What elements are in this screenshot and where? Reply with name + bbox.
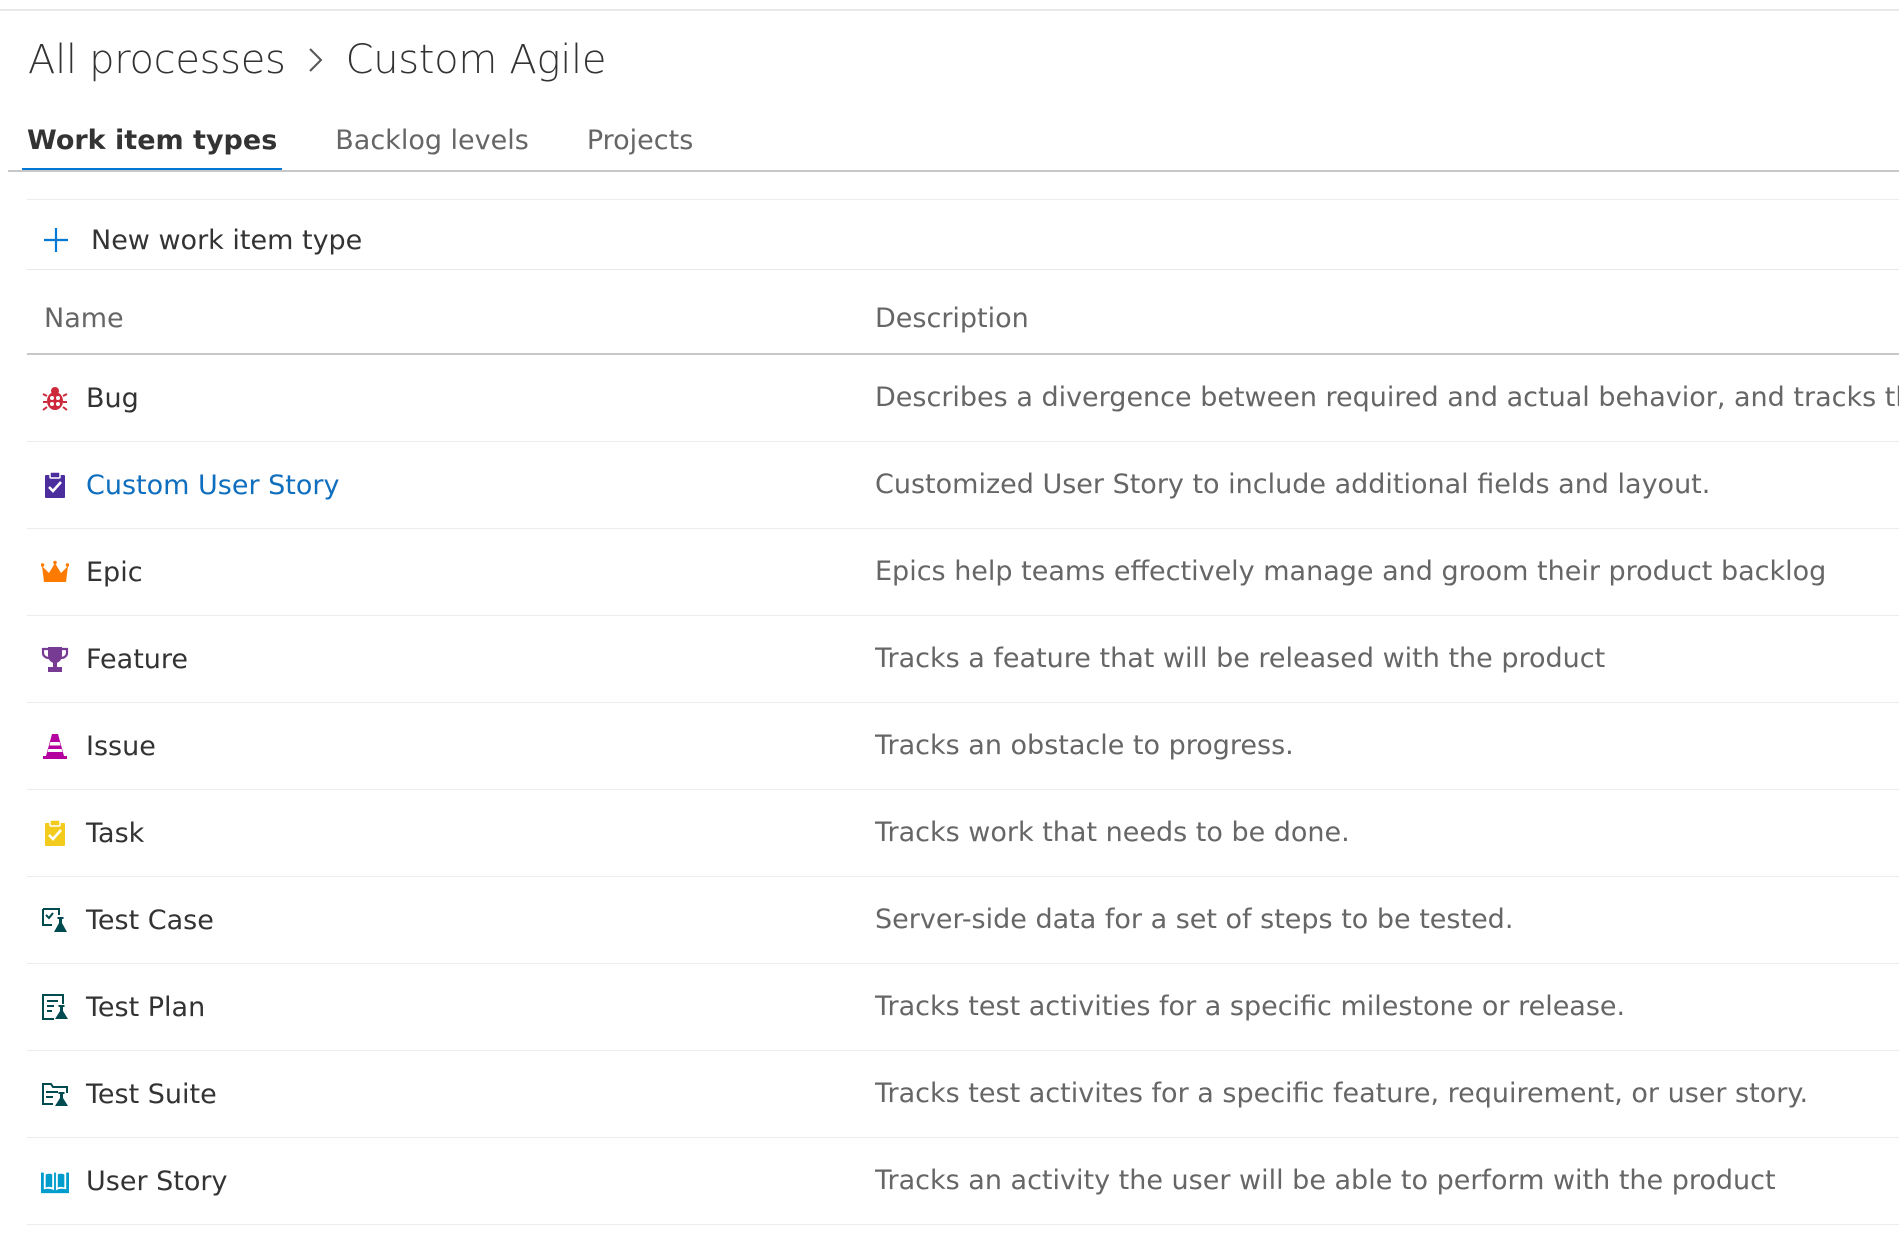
clipboard-check-icon (41, 471, 69, 499)
tab-backlog-levels[interactable]: Backlog levels (330, 116, 534, 172)
column-header-description[interactable]: Description (875, 285, 1029, 353)
table-row[interactable]: User Story Tracks an activity the user w… (27, 1138, 1899, 1225)
name-cell: Test Case (41, 877, 214, 963)
toolbar-divider-top (27, 199, 1899, 200)
test-case-icon (41, 906, 69, 934)
description-cell: Describes a divergence between required … (875, 382, 1899, 413)
test-suite-icon (41, 1080, 69, 1108)
description-cell: Tracks an obstacle to progress. (875, 730, 1294, 761)
work-item-type-name: Task (86, 817, 145, 849)
tab-work-item-types[interactable]: Work item types (22, 116, 283, 172)
crown-icon (41, 558, 69, 586)
name-cell: Issue (41, 703, 156, 789)
table-row[interactable]: Epic Epics help teams effectively manage… (27, 529, 1899, 616)
work-item-type-name: Test Case (86, 904, 214, 936)
description-cell: Customized User Story to include additio… (875, 469, 1711, 500)
table-row[interactable]: Test Suite Tracks test activites for a s… (27, 1051, 1899, 1138)
description-cell: Tracks test activites for a specific fea… (875, 1078, 1809, 1109)
work-item-type-name: Test Suite (86, 1078, 217, 1110)
table-row[interactable]: Task Tracks work that needs to be done. (27, 790, 1899, 877)
name-cell: Feature (41, 616, 188, 702)
bug-icon (41, 384, 69, 412)
name-cell: Custom User Story (41, 442, 339, 528)
test-plan-icon (41, 993, 69, 1021)
table-row[interactable]: Test Case Server-side data for a set of … (27, 877, 1899, 964)
table-row[interactable]: Test Plan Tracks test activities for a s… (27, 964, 1899, 1051)
name-cell: Bug (41, 355, 139, 441)
tab-bar: Work item types Backlog levels Projects (22, 116, 746, 172)
table-row[interactable]: Bug Describes a divergence between requi… (27, 355, 1899, 442)
traffic-cone-icon (41, 732, 69, 760)
work-item-type-link[interactable]: Custom User Story (86, 470, 339, 501)
breadcrumb: All processes Custom Agile (28, 34, 606, 86)
description-cell: Tracks work that needs to be done. (875, 817, 1350, 848)
top-border (0, 0, 1899, 11)
table-row[interactable]: Issue Tracks an obstacle to progress. (27, 703, 1899, 790)
tab-projects[interactable]: Projects (582, 116, 698, 172)
description-cell: Tracks test activities for a specific mi… (875, 991, 1626, 1022)
table-header: Name Description (27, 285, 1899, 355)
column-header-name[interactable]: Name (44, 285, 124, 353)
work-item-type-name: User Story (86, 1165, 228, 1197)
work-item-type-name: Test Plan (86, 991, 206, 1023)
chevron-right-icon (298, 34, 334, 86)
book-icon (41, 1167, 69, 1195)
description-cell: Server-side data for a set of steps to b… (875, 904, 1514, 935)
toolbar: New work item type (27, 210, 1899, 270)
process-page: All processes Custom Agile Work item typ… (0, 0, 1899, 1237)
description-cell: Epics help teams effectively manage and … (875, 556, 1827, 587)
work-item-type-name: Epic (86, 556, 143, 588)
name-cell: Test Suite (41, 1051, 217, 1137)
table-row[interactable]: Custom User Story Customized User Story … (27, 442, 1899, 529)
work-item-type-name: Issue (86, 730, 156, 762)
table-row[interactable]: Feature Tracks a feature that will be re… (27, 616, 1899, 703)
name-cell: Epic (41, 529, 143, 615)
name-cell: Task (41, 790, 144, 876)
clipboard-check-icon (41, 819, 69, 847)
work-item-type-name: Bug (86, 382, 139, 414)
work-item-type-name: Feature (86, 643, 189, 675)
trophy-icon (41, 645, 69, 673)
work-item-types-table: Name Description Bug Describes a diverge… (27, 285, 1899, 1225)
name-cell: User Story (41, 1138, 227, 1224)
new-work-item-type-button[interactable]: New work item type (27, 212, 374, 268)
toolbar-divider-bottom (27, 269, 1899, 270)
new-work-item-type-label: New work item type (91, 224, 363, 256)
name-cell: Test Plan (41, 964, 205, 1050)
breadcrumb-current-process: Custom Agile (345, 37, 607, 83)
breadcrumb-all-processes[interactable]: All processes (28, 37, 286, 83)
description-cell: Tracks a feature that will be released w… (875, 643, 1606, 674)
tabs-divider (8, 170, 1899, 172)
description-cell: Tracks an activity the user will be able… (875, 1165, 1776, 1196)
plus-icon (41, 225, 71, 255)
